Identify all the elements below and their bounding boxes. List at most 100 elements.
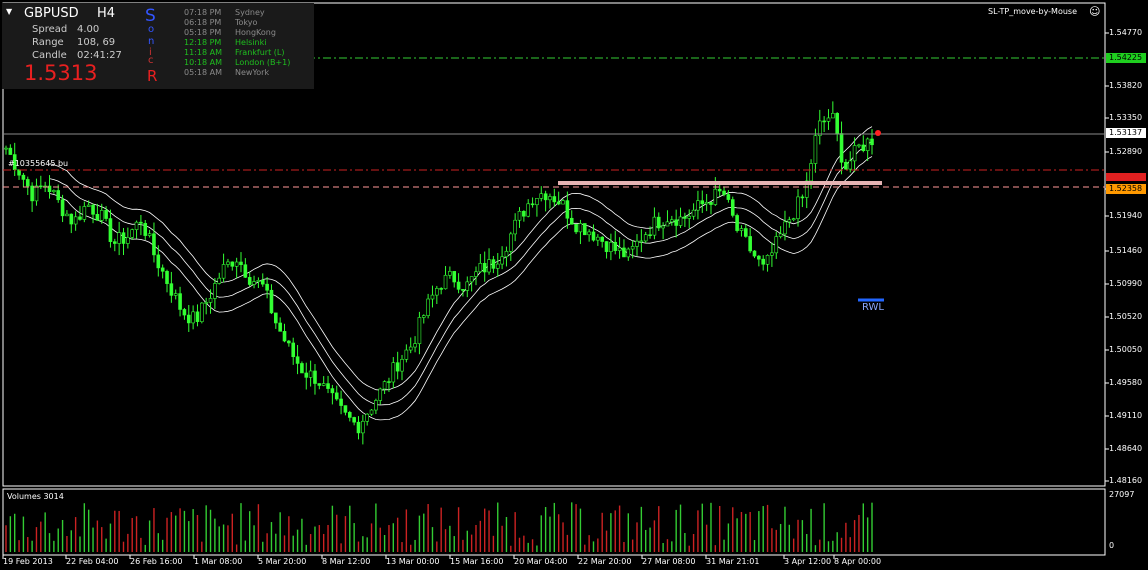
candle-body bbox=[343, 405, 348, 413]
candle-body bbox=[870, 138, 874, 146]
candle-body bbox=[835, 113, 839, 134]
candle-body bbox=[461, 289, 465, 291]
panel-collapse-icon[interactable]: ▼ bbox=[6, 7, 12, 16]
price-axis-label: 1.48640 bbox=[1109, 444, 1143, 453]
candle-body bbox=[857, 144, 861, 147]
candle-body bbox=[134, 221, 139, 230]
candle-body bbox=[430, 294, 435, 300]
candle-body bbox=[374, 400, 378, 411]
candle-body bbox=[596, 236, 600, 241]
candle-body bbox=[17, 169, 21, 176]
candle-body bbox=[548, 196, 552, 201]
candle-body bbox=[617, 247, 622, 251]
candle-body bbox=[25, 179, 30, 187]
candle-body bbox=[304, 372, 309, 378]
time-axis-label: 31 Mar 21:01 bbox=[706, 557, 760, 566]
candle-body bbox=[226, 261, 230, 265]
candle-body bbox=[630, 246, 635, 250]
candle-body bbox=[704, 202, 709, 205]
price-axis-label: 1.51460 bbox=[1109, 246, 1143, 255]
candle-body bbox=[474, 271, 478, 277]
candle-body bbox=[234, 261, 239, 267]
info-panel: ▼ GBPUSD H4 Spread 4.00 Range 108, 69 Ca… bbox=[2, 3, 314, 89]
time-axis-label: 22 Mar 20:00 bbox=[578, 557, 632, 566]
candle-body bbox=[34, 185, 39, 202]
candle-body bbox=[295, 356, 300, 364]
candle-body bbox=[326, 383, 330, 389]
candle-body bbox=[82, 206, 87, 220]
candle-body bbox=[247, 277, 252, 285]
candle-body bbox=[752, 250, 757, 257]
candle-body bbox=[126, 237, 130, 244]
price-axis-label: 1.50050 bbox=[1109, 345, 1143, 354]
candle-body bbox=[86, 204, 91, 207]
candle-body bbox=[152, 233, 156, 256]
candle-body bbox=[382, 381, 387, 390]
candle-body bbox=[495, 263, 500, 269]
candle-body bbox=[321, 383, 326, 386]
stop-loss-price-box: 1.52608 bbox=[1106, 173, 1146, 182]
candle-body bbox=[722, 190, 726, 195]
candle-body bbox=[561, 200, 565, 205]
candle-body bbox=[556, 201, 561, 205]
candle-body bbox=[239, 261, 243, 266]
candle-body bbox=[78, 216, 82, 220]
session-time: 11:18 AM bbox=[184, 48, 222, 57]
indicator-title: SL-TP_move-by-Mouse bbox=[988, 7, 1078, 16]
candle-body bbox=[613, 241, 618, 251]
candle-body bbox=[487, 259, 491, 273]
session-time: 05:18 AM bbox=[184, 68, 222, 77]
candle-body bbox=[822, 120, 826, 123]
candle-body bbox=[334, 392, 339, 400]
candle-body bbox=[700, 200, 705, 205]
timeframe-label: H4 bbox=[97, 6, 116, 21]
candle-body bbox=[265, 283, 269, 291]
candle-body bbox=[600, 236, 604, 242]
candle-body bbox=[504, 250, 509, 258]
candle-body bbox=[421, 315, 426, 318]
price-axis-label: 1.50520 bbox=[1109, 312, 1143, 321]
candle-body bbox=[587, 231, 591, 236]
candle-body bbox=[121, 232, 126, 244]
candle-body bbox=[730, 199, 735, 216]
candle-body bbox=[169, 283, 174, 296]
candle-body bbox=[809, 163, 813, 182]
price-axis-label: 1.49110 bbox=[1109, 411, 1143, 420]
take-profit-price-box: 1.54225 bbox=[1106, 53, 1146, 63]
candle-body bbox=[99, 210, 104, 221]
candle-body bbox=[491, 259, 496, 269]
candle-body bbox=[757, 255, 761, 260]
candle-body bbox=[844, 161, 848, 170]
candle-body bbox=[569, 217, 574, 225]
candle-body bbox=[195, 311, 200, 322]
candle-body bbox=[687, 215, 692, 219]
candle-body bbox=[522, 210, 526, 217]
candle-body bbox=[30, 185, 34, 202]
current-price: 1.5313 bbox=[24, 61, 98, 85]
price-axis-label: 1.49580 bbox=[1109, 378, 1143, 387]
current-price-marker bbox=[875, 130, 881, 136]
order-label[interactable]: #10355645 bu bbox=[8, 159, 68, 168]
candle-body bbox=[465, 281, 470, 291]
ma-upper-band bbox=[49, 126, 873, 391]
resistance-zone[interactable] bbox=[558, 181, 882, 185]
session-time: 12:18 PM bbox=[184, 38, 222, 47]
candle-body bbox=[313, 370, 317, 384]
candle-body bbox=[774, 236, 779, 254]
candle-body bbox=[182, 309, 187, 316]
candle-body bbox=[735, 215, 739, 231]
candle-body bbox=[513, 219, 517, 235]
candle-body bbox=[21, 174, 26, 180]
candle-body bbox=[826, 117, 831, 122]
session-name: HongKong bbox=[235, 28, 276, 37]
candle-body bbox=[347, 412, 352, 418]
candle-body bbox=[339, 398, 343, 406]
candle-body bbox=[509, 233, 513, 252]
candle-body bbox=[670, 219, 674, 223]
candle-body bbox=[252, 281, 256, 285]
candle-timer-value: 02:41:27 bbox=[77, 50, 122, 61]
session-time: 05:18 PM bbox=[184, 28, 222, 37]
son-letter-n: n bbox=[148, 36, 155, 47]
candle-body bbox=[356, 421, 361, 434]
time-axis-label: 5 Mar 20:00 bbox=[258, 557, 307, 566]
